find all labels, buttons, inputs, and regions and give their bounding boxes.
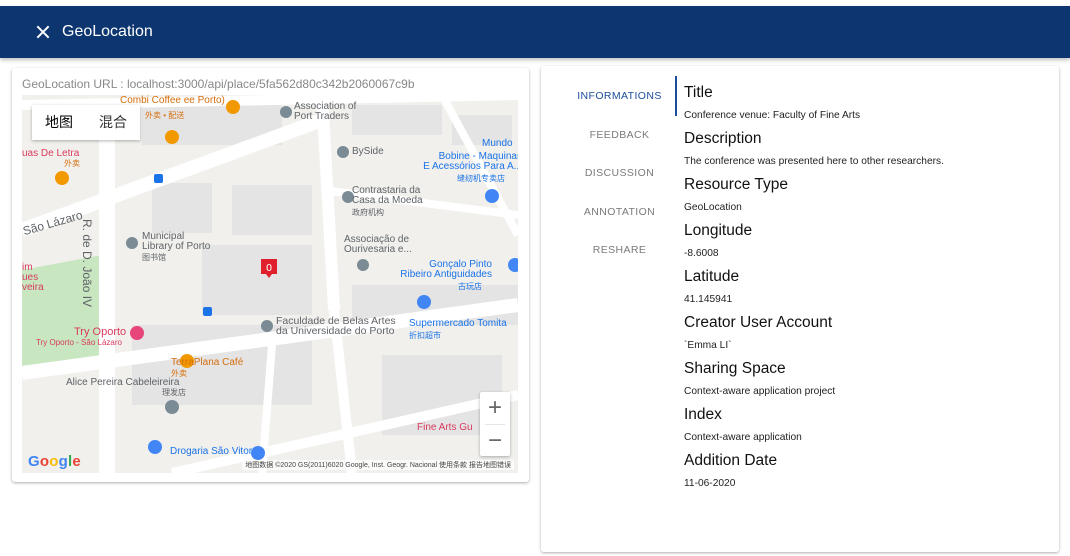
- poi-try-oporto[interactable]: Try Oporto: [74, 327, 126, 338]
- poi-library-sub: 图书馆: [142, 253, 166, 262]
- field-label-index: Index: [684, 406, 722, 423]
- poi-drogaria-sao-vitor[interactable]: Drogaria São Vitor: [170, 447, 252, 457]
- poi-goncalo-pinto[interactable]: Gonçalo Pinto Ribeiro Antiguidades: [382, 260, 492, 280]
- poi-jardim: im ues veira: [22, 262, 44, 293]
- poi-combi-sub: 外卖 • 配送: [145, 111, 185, 120]
- field-value-addition-date: 11-06-2020: [684, 478, 736, 489]
- field-value-description: The conference was presented here to oth…: [684, 156, 944, 167]
- svg-text:0: 0: [266, 263, 272, 274]
- tab-annotation[interactable]: ANNOTATION: [561, 193, 678, 232]
- field-label-latitude: Latitude: [684, 268, 740, 285]
- geolocation-url: GeoLocation URL : localhost:3000/api/pla…: [22, 77, 415, 91]
- zoom-control: + −: [480, 392, 510, 456]
- app-bar: GeoLocation: [0, 6, 1070, 58]
- field-label-creator: Creator User Account: [684, 314, 833, 331]
- poi-bobine[interactable]: Bobine - Maquinas E Acessórios Para A...: [407, 152, 518, 172]
- poi-faculdade-belas-artes[interactable]: Faculdade de Belas Artes da Universidade…: [276, 316, 416, 337]
- field-label-longitude: Longitude: [684, 222, 753, 239]
- zoom-in-button[interactable]: +: [480, 392, 510, 424]
- field-label-sharing-space: Sharing Space: [684, 360, 786, 377]
- map-view[interactable]: 0 Combi Coffee ee Porto) 外卖 • 配送 Associa…: [22, 95, 518, 473]
- tab-feedback[interactable]: FEEDBACK: [561, 116, 678, 155]
- street-joao-iv: R. de D. João IV: [80, 219, 94, 308]
- tab-discussion[interactable]: DISCUSSION: [561, 154, 678, 193]
- poi-alice-pereira[interactable]: Alice Pereira Cabeleireira: [66, 378, 179, 388]
- poi-municipal-library[interactable]: Municipal Library of Porto: [142, 232, 242, 252]
- map-type-hybrid[interactable]: 混合: [86, 105, 140, 140]
- tab-informations[interactable]: INFORMATIONS: [561, 77, 678, 116]
- tab-reshare[interactable]: RESHARE: [561, 231, 678, 270]
- info-fields: Title Conference venue: Faculty of Fine …: [684, 84, 1054, 498]
- poi-byside[interactable]: BySide: [352, 147, 384, 157]
- close-icon[interactable]: [34, 23, 52, 41]
- poi-luas-de-letra[interactable]: uas De Letra: [22, 149, 79, 159]
- poi-fine-arts[interactable]: Fine Arts Gu: [417, 423, 473, 433]
- field-value-index: Context-aware application: [684, 432, 802, 443]
- map-type-map[interactable]: 地图: [32, 105, 86, 140]
- poi-contrastaria[interactable]: Contrastaria da Casa da Moeda: [352, 186, 452, 206]
- poi-luas-sub: 外卖: [64, 159, 80, 168]
- poi-supermercado-sub: 折扣超市: [409, 331, 441, 340]
- field-value-sharing-space: Context-aware application project: [684, 386, 836, 397]
- map-card: GeoLocation URL : localhost:3000/api/pla…: [12, 68, 529, 482]
- field-value-latitude: 41.145941: [684, 294, 733, 305]
- field-label-title: Title: [684, 84, 713, 101]
- poi-try-oporto-sub: Try Oporto - São Lázaro: [36, 338, 122, 347]
- field-label-addition-date: Addition Date: [684, 452, 778, 469]
- tab-list: INFORMATIONS FEEDBACK DISCUSSION ANNOTAT…: [561, 77, 678, 270]
- poi-goncalo-sub: 古玩店: [458, 282, 482, 291]
- poi-associacao-ourivesaria[interactable]: Associação de Ourivesaria e...: [344, 235, 444, 255]
- poi-terraplana-cafe[interactable]: TerraPlana Café: [171, 358, 243, 368]
- poi-association-port-traders[interactable]: Association of Port Traders: [294, 102, 394, 122]
- map-attribution[interactable]: 地图数据 ©2020 GS(2011)6020 Google, Inst. Ge…: [242, 460, 514, 470]
- zoom-out-button[interactable]: −: [480, 425, 510, 457]
- google-logo[interactable]: Google: [28, 453, 81, 470]
- info-card: INFORMATIONS FEEDBACK DISCUSSION ANNOTAT…: [541, 66, 1059, 552]
- page-title: GeoLocation: [62, 23, 153, 40]
- poi-contrastaria-sub: 政府机构: [352, 208, 384, 217]
- poi-alice-sub: 理发店: [162, 388, 186, 397]
- poi-supermercado-tomita[interactable]: Supermercado Tomita: [409, 319, 507, 329]
- field-value-creator: `Emma LI`: [684, 340, 732, 351]
- field-value-longitude: -8.6008: [684, 248, 719, 259]
- field-value-resource-type: GeoLocation: [684, 202, 742, 213]
- map-type-control: 地图 混合: [32, 105, 140, 140]
- field-value-title: Conference venue: Faculty of Fine Arts: [684, 110, 861, 121]
- poi-bobine-sub: 缝纫机专卖店: [457, 174, 505, 183]
- field-label-description: Description: [684, 130, 762, 147]
- active-tab-indicator: [675, 76, 677, 116]
- poi-mundo[interactable]: Mundo: [482, 139, 513, 149]
- field-label-resource-type: Resource Type: [684, 176, 788, 193]
